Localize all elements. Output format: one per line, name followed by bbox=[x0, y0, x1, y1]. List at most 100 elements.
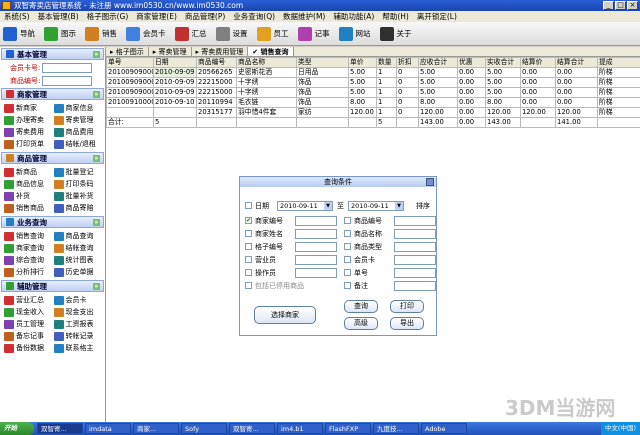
export-button[interactable]: 导出 bbox=[390, 317, 424, 330]
sidebar-item[interactable]: 办理寄卖 bbox=[4, 114, 54, 126]
field-input[interactable] bbox=[295, 241, 337, 252]
toolbar-button[interactable]: 图示 bbox=[41, 24, 79, 44]
sidebar-item[interactable]: 现金支出 bbox=[53, 306, 104, 318]
minimize-button[interactable]: _ bbox=[603, 1, 614, 10]
advanced-button[interactable]: 高级 bbox=[344, 317, 378, 330]
sidebar-item[interactable]: 营业汇总 bbox=[4, 294, 54, 306]
taskbar-task[interactable]: 双智寄... bbox=[229, 423, 275, 434]
tab[interactable]: ▸ 寄卖管理 bbox=[149, 47, 192, 56]
sidebar-item[interactable]: 销售商品 bbox=[4, 202, 54, 214]
sidebar-item[interactable]: 销售查询 bbox=[4, 230, 54, 242]
sidebar-item[interactable]: 商家查询 bbox=[4, 242, 54, 254]
dialog-close-icon[interactable] bbox=[426, 178, 434, 186]
sidebar-item[interactable]: 结帐/退租 bbox=[53, 138, 104, 150]
taskbar-task[interactable]: imdata bbox=[85, 423, 131, 434]
collapse-icon[interactable]: » bbox=[93, 283, 100, 290]
sidebar-item[interactable]: 商品寄赔 bbox=[53, 202, 104, 214]
sidebar-item[interactable]: 商家信息 bbox=[53, 102, 104, 114]
field-input[interactable] bbox=[394, 228, 436, 239]
collapse-icon[interactable]: » bbox=[93, 219, 100, 226]
sidebar-item[interactable]: 转帐记录 bbox=[53, 330, 104, 342]
field-checkbox[interactable] bbox=[344, 243, 351, 250]
toolbar-button[interactable]: 设置 bbox=[213, 24, 251, 44]
column-header[interactable]: 数量 bbox=[376, 57, 397, 68]
member-card-input[interactable] bbox=[42, 62, 93, 73]
taskbar-task[interactable]: Sofy bbox=[181, 423, 227, 434]
field-input[interactable] bbox=[394, 254, 436, 265]
sidebar-item[interactable]: 商品信息 bbox=[4, 178, 54, 190]
taskbar-task[interactable]: Adobe bbox=[421, 423, 467, 434]
column-header[interactable]: 提成 bbox=[597, 57, 640, 68]
sidebar-item[interactable]: 会员卡 bbox=[53, 294, 104, 306]
taskbar-task[interactable]: 九度技... bbox=[373, 423, 419, 434]
field-input[interactable] bbox=[295, 254, 337, 265]
sidebar-item[interactable]: 新商家 bbox=[4, 102, 54, 114]
column-header[interactable]: 优惠 bbox=[457, 57, 486, 68]
menu-item[interactable]: 商家管理(E) bbox=[132, 11, 181, 22]
sidebar-item[interactable]: 批量登记 bbox=[53, 166, 104, 178]
field-input[interactable] bbox=[394, 241, 436, 252]
date-to-select[interactable]: 2010-09-11 ▼ bbox=[348, 200, 404, 211]
taskbar-task[interactable]: FlashFXP bbox=[325, 423, 371, 434]
column-header[interactable]: 单号 bbox=[106, 57, 154, 68]
taskbar-task[interactable]: 商家... bbox=[133, 423, 179, 434]
date-from-select[interactable]: 2010-09-11 ▼ bbox=[277, 200, 333, 211]
menu-item[interactable]: 离开锁定(L) bbox=[413, 11, 461, 22]
table-row[interactable]: 2010090900032010-09-0922215000十字绣饰品5.001… bbox=[106, 87, 640, 98]
sidebar-item[interactable]: 新商品 bbox=[4, 166, 54, 178]
field-input[interactable] bbox=[394, 215, 436, 226]
field-checkbox[interactable] bbox=[245, 269, 252, 276]
sidebar-item[interactable]: 商品费用 bbox=[53, 126, 104, 138]
menu-item[interactable]: 基本管理(B) bbox=[34, 11, 83, 22]
section-aux[interactable]: 辅助管理» bbox=[1, 280, 104, 292]
sidebar-item[interactable]: 统计图表 bbox=[53, 254, 104, 266]
sidebar-item[interactable]: 批量补货 bbox=[53, 190, 104, 202]
include-disabled-checkbox[interactable] bbox=[245, 282, 252, 289]
sidebar-item[interactable]: 分析排行 bbox=[4, 266, 54, 278]
sidebar-item[interactable]: 打印条码 bbox=[53, 178, 104, 190]
toolbar-button[interactable]: 汇总 bbox=[172, 24, 210, 44]
collapse-icon[interactable]: » bbox=[93, 51, 100, 58]
toolbar-button[interactable]: 记事 bbox=[295, 24, 333, 44]
sidebar-item[interactable]: 员工管理 bbox=[4, 318, 54, 330]
table-row[interactable]: 2010090900022010-09-0922215000十字绣饰品5.001… bbox=[106, 77, 640, 88]
column-header[interactable]: 应收合计 bbox=[418, 57, 458, 68]
sidebar-item[interactable]: 历史单据 bbox=[53, 266, 104, 278]
close-button[interactable]: × bbox=[627, 1, 638, 10]
taskbar-task[interactable]: im4.b1 bbox=[277, 423, 323, 434]
column-header[interactable]: 单价 bbox=[348, 57, 377, 68]
toolbar-button[interactable]: 销售 bbox=[82, 24, 120, 44]
column-header[interactable]: 实收合计 bbox=[485, 57, 521, 68]
field-checkbox[interactable] bbox=[245, 243, 252, 250]
toolbar-button[interactable]: 网站 bbox=[336, 24, 374, 44]
field-checkbox[interactable] bbox=[344, 230, 351, 237]
field-checkbox[interactable] bbox=[344, 282, 351, 289]
field-input[interactable] bbox=[394, 280, 436, 291]
product-code-input[interactable] bbox=[42, 75, 93, 86]
sidebar-item[interactable]: 备忘记事 bbox=[4, 330, 54, 342]
field-input[interactable] bbox=[394, 267, 436, 278]
sidebar-item[interactable]: 现金收入 bbox=[4, 306, 54, 318]
column-header[interactable]: 日期 bbox=[153, 57, 197, 68]
column-header[interactable]: 折扣 bbox=[396, 57, 419, 68]
section-merchant[interactable]: 商家管理» bbox=[1, 88, 104, 100]
maximize-button[interactable]: □ bbox=[615, 1, 626, 10]
field-checkbox[interactable] bbox=[344, 217, 351, 224]
system-tray[interactable]: 中文(中国) bbox=[600, 422, 640, 435]
tab[interactable]: ✔ 销售查询 bbox=[248, 47, 294, 56]
start-button[interactable]: 开始 bbox=[0, 422, 34, 435]
field-checkbox[interactable]: ✔ bbox=[245, 217, 252, 224]
table-row[interactable]: 2010090900012010-09-0920566265史密斯花洒日用品5.… bbox=[106, 67, 640, 78]
print-button[interactable]: 打印 bbox=[390, 300, 424, 313]
field-input[interactable] bbox=[295, 215, 337, 226]
field-input[interactable] bbox=[295, 267, 337, 278]
menu-item[interactable]: 系统(S) bbox=[0, 11, 34, 22]
menu-item[interactable]: 格子图示(G) bbox=[83, 11, 133, 22]
column-header[interactable]: 类型 bbox=[296, 57, 349, 68]
menu-item[interactable]: 商品管理(P) bbox=[181, 11, 229, 22]
sidebar-item[interactable]: 寄卖管理 bbox=[53, 114, 104, 126]
table-row[interactable]: 2010091000012010-09-1020110994毛衣链饰品8.001… bbox=[106, 97, 640, 108]
toolbar-button[interactable]: 会员卡 bbox=[123, 24, 169, 44]
tab[interactable]: ▸ 寄卖费用管理 bbox=[192, 47, 249, 56]
tab[interactable]: ▸ 格子图示 bbox=[106, 47, 149, 56]
